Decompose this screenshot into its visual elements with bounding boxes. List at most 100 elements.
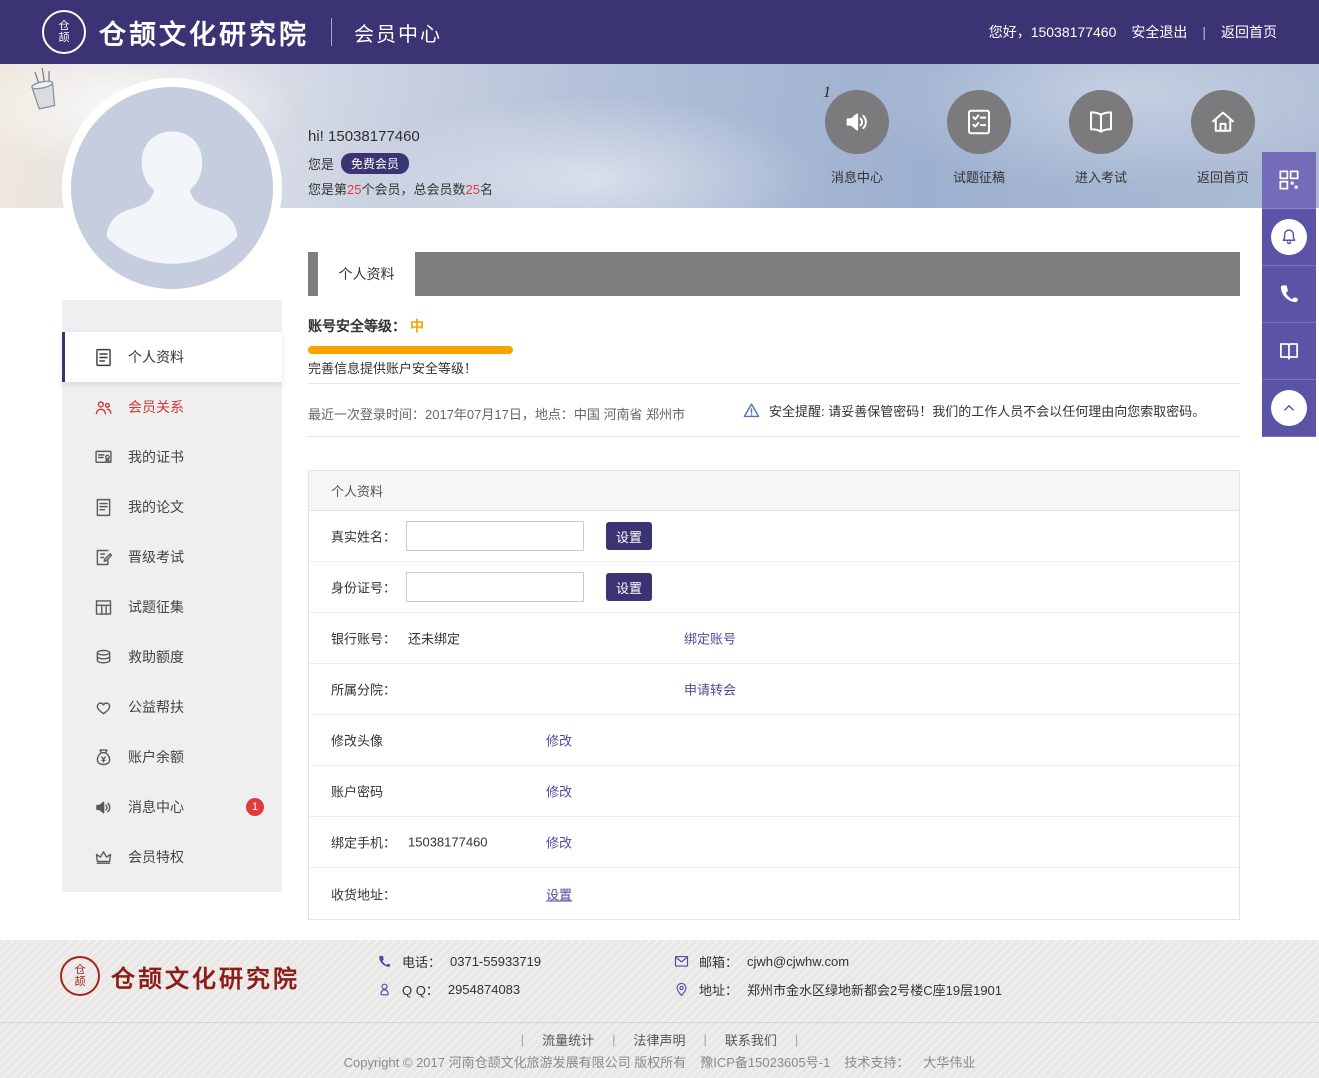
- contact-qq: Q Q：2954874083: [375, 976, 541, 1002]
- seal-char-1: 仓: [59, 20, 70, 32]
- sidebar-item-profile[interactable]: 个人资料: [62, 332, 282, 382]
- panel-title: 个人资料: [309, 471, 1239, 511]
- footer-link-contact-us[interactable]: 联系我们: [725, 1030, 777, 1049]
- magazine-icon: [1276, 338, 1302, 364]
- profile-icon: [92, 346, 114, 368]
- quick-action-2[interactable]: 试题征稿: [947, 90, 1011, 186]
- sidebar-item-promotion-exam[interactable]: 晋级考试: [62, 532, 282, 582]
- row-label: 绑定手机：: [331, 833, 396, 852]
- footer-brand: 仓颉文化研究院: [111, 959, 300, 994]
- profile-rows: 真实姓名：设置身份证号：设置银行账号：还未绑定绑定账号所属分院：申请转会修改头像…: [309, 511, 1239, 919]
- id-number-set-button[interactable]: 设置: [606, 573, 652, 601]
- sidebar-item-messages[interactable]: 消息中心1: [62, 782, 282, 832]
- open-book-circle[interactable]: [1069, 90, 1133, 154]
- shipping-address-link[interactable]: 设置: [546, 884, 572, 903]
- password-link[interactable]: 修改: [546, 782, 572, 801]
- icp-number: 豫ICP备15023605号-1: [700, 1052, 830, 1071]
- tab-profile[interactable]: 个人资料: [318, 252, 415, 296]
- footer-link-traffic-stats[interactable]: 流量统计: [542, 1030, 594, 1049]
- quick-action-1[interactable]: 1消息中心: [825, 90, 889, 186]
- brand-title: 仓颉文化研究院: [99, 13, 309, 52]
- sidebar-item-papers[interactable]: 我的论文: [62, 482, 282, 532]
- checklist-icon: [964, 107, 994, 137]
- bell-button[interactable]: [1262, 209, 1316, 266]
- warning-icon: [742, 401, 761, 420]
- member-type-badge: 免费会员: [341, 153, 409, 174]
- branch-division-link[interactable]: 申请转会: [684, 680, 736, 699]
- row-label: 收货地址：: [331, 884, 396, 903]
- profile-row-real-name: 真实姓名：设置: [309, 511, 1239, 562]
- quick-action-3[interactable]: 进入考试: [1069, 90, 1133, 186]
- id-number-input[interactable]: [406, 572, 584, 602]
- contact-label: 地址：: [699, 980, 738, 999]
- row-value: 15038177460: [408, 835, 488, 850]
- phone-icon: [375, 952, 393, 970]
- footer-link-legal-notice[interactable]: 法律声明: [633, 1030, 685, 1049]
- contact-value: 郑州市金水区绿地新都会2号楼C座19层1901: [747, 980, 1002, 999]
- security-level-value: 中: [410, 318, 424, 334]
- phone-button[interactable]: [1262, 266, 1316, 323]
- contact-value: 0371-55933719: [450, 954, 541, 969]
- real-name-set-button[interactable]: 设置: [606, 522, 652, 550]
- bank-account-link[interactable]: 绑定账号: [684, 629, 736, 648]
- quick-actions: 1消息中心试题征稿进入考试返回首页: [825, 90, 1255, 186]
- sidebar-item-charity[interactable]: 公益帮扶: [62, 682, 282, 732]
- mail-icon: [672, 952, 690, 970]
- phone-icon: [1276, 281, 1302, 307]
- copyright: Copyright © 2017 河南仓颉文化旅游发展有限公司 版权所有 豫IC…: [0, 1052, 1319, 1071]
- qr-button[interactable]: [1262, 152, 1316, 209]
- qq-icon: [375, 980, 393, 998]
- top-header: 仓 颉 仓颉文化研究院 会员中心 您好，15038177460 安全退出 | 返…: [0, 0, 1319, 64]
- float-toolbar: [1262, 152, 1316, 437]
- sidebar-item-label: 我的证书: [128, 447, 184, 467]
- sidebar-item-label: 试题征集: [128, 597, 184, 617]
- home-icon: [1208, 107, 1238, 137]
- sidebar-item-privileges[interactable]: 会员特权: [62, 832, 282, 882]
- footer-links: |流量统计|法律声明|联系我们|: [0, 1030, 1319, 1049]
- coins-icon: [92, 646, 114, 668]
- home-circle[interactable]: [1191, 90, 1255, 154]
- speaker-circle[interactable]: [825, 90, 889, 154]
- avatar-placeholder: [71, 87, 273, 289]
- chevron-up-button[interactable]: [1262, 380, 1316, 437]
- sidebar-item-label: 个人资料: [128, 347, 184, 367]
- quick-action-label: 返回首页: [1191, 167, 1255, 186]
- open-book-icon: [1086, 107, 1116, 137]
- logout-link[interactable]: 安全退出: [1131, 22, 1187, 42]
- member-stats: 您是第25个会员，总会员数25名: [308, 179, 493, 198]
- sidebar-item-certificates[interactable]: 我的证书: [62, 432, 282, 482]
- bound-phone-link[interactable]: 修改: [546, 833, 572, 852]
- checklist-circle[interactable]: [947, 90, 1011, 154]
- security-level-title: 账号安全等级：中: [308, 316, 424, 336]
- sidebar-item-aid-quota[interactable]: 救助额度: [62, 632, 282, 682]
- contact-pin: 地址： 郑州市金水区绿地新都会2号楼C座19层1901: [672, 976, 1002, 1002]
- magazine-button[interactable]: [1262, 323, 1316, 380]
- contact-label: Q Q：: [402, 980, 439, 999]
- you-are-label: 您是: [308, 154, 334, 173]
- avatar-change-link[interactable]: 修改: [546, 731, 572, 750]
- quick-action-4[interactable]: 返回首页: [1191, 90, 1255, 186]
- footer-logo: 仓颉 仓颉文化研究院: [60, 956, 300, 996]
- hero-greeting: hi! 15038177460: [308, 128, 420, 145]
- footer-link-separator: |: [612, 1032, 615, 1047]
- bell-icon: [1271, 219, 1307, 255]
- decorative-bucket: [16, 62, 72, 123]
- membership-line: 您是 免费会员: [308, 153, 409, 174]
- unread-badge: 1: [246, 798, 264, 816]
- real-name-input[interactable]: [406, 521, 584, 551]
- sidebar-item-balance[interactable]: 账户余额: [62, 732, 282, 782]
- row-label: 所属分院：: [331, 680, 396, 699]
- row-label: 银行账号：: [331, 629, 396, 648]
- sidebar-item-label: 会员特权: [128, 847, 184, 867]
- row-value: 还未绑定: [408, 629, 460, 648]
- row-label: 身份证号：: [331, 578, 396, 597]
- home-link[interactable]: 返回首页: [1221, 22, 1277, 42]
- security-level-bar: [308, 346, 513, 354]
- footer-link-separator: |: [704, 1032, 707, 1047]
- sidebar-item-question-collection[interactable]: 试题征集: [62, 582, 282, 632]
- unread-count: 1: [823, 84, 831, 102]
- quick-action-label: 消息中心: [825, 167, 889, 186]
- profile-row-password: 账户密码修改: [309, 766, 1239, 817]
- sidebar-item-relations[interactable]: 会员关系: [62, 382, 282, 432]
- divider: [308, 436, 1240, 437]
